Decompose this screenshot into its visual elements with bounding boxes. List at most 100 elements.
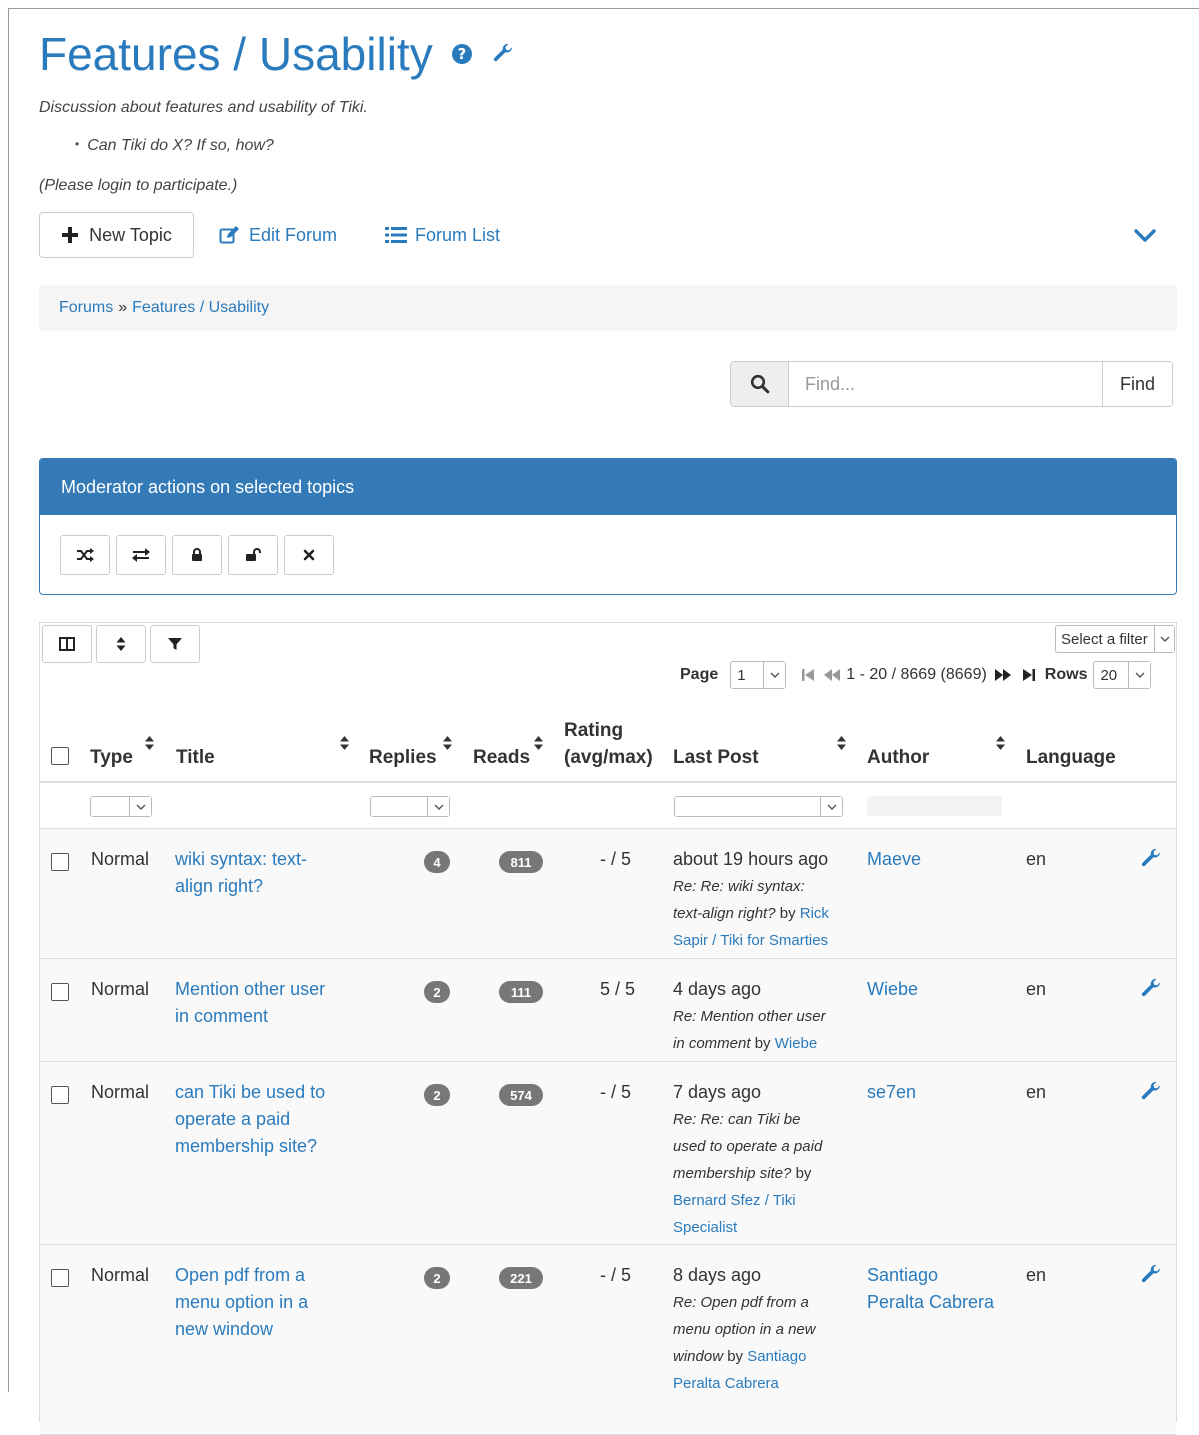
find-button[interactable]: Find: [1102, 362, 1172, 406]
filter-select[interactable]: Select a filter: [1055, 625, 1175, 653]
type-filter-select[interactable]: [90, 796, 152, 817]
topic-title-link[interactable]: wiki syntax: text-align right?: [175, 846, 345, 900]
unlock-topics-button[interactable]: [228, 535, 278, 575]
sort-icon[interactable]: [996, 736, 1005, 750]
last-post-time: about 19 hours ago: [673, 849, 829, 869]
last-post-time: 8 days ago: [673, 1265, 762, 1285]
column-header-reads[interactable]: Reads: [473, 747, 530, 769]
previous-page-icon[interactable]: [824, 668, 841, 682]
delete-topics-button[interactable]: [284, 535, 334, 575]
topic-title-line: Mention other user: [175, 979, 326, 999]
replies-filter-select[interactable]: [370, 796, 450, 817]
lock-icon: [192, 548, 202, 561]
column-header-title[interactable]: Title: [176, 747, 215, 769]
moderator-panel-title: Moderator actions on selected topics: [40, 459, 1176, 515]
last-post-by: by: [754, 1035, 771, 1052]
chevron-down-icon: [820, 797, 842, 816]
topic-type: Normal: [91, 1082, 150, 1102]
rows-label: Rows: [1044, 666, 1088, 683]
wrench-icon[interactable]: [1139, 1263, 1163, 1292]
topic-title-line: menu option in a: [175, 1292, 309, 1312]
sort-icon[interactable]: [534, 736, 543, 750]
move-topics-button[interactable]: [116, 535, 166, 575]
topic-author-link[interactable]: Santiago Peralta Cabrera: [867, 1262, 1017, 1316]
topic-checkbox[interactable]: [51, 853, 69, 871]
login-note: (Please login to participate.): [39, 177, 238, 194]
last-post-author-link[interactable]: Santiago: [747, 1348, 806, 1365]
last-post-author-link[interactable]: Peralta Cabrera: [673, 1375, 779, 1392]
column-header-language[interactable]: Language: [1026, 747, 1116, 769]
chevron-down-icon[interactable]: [1133, 223, 1157, 252]
topic-rating: - / 5: [600, 1082, 632, 1102]
topic-checkbox[interactable]: [51, 1269, 69, 1287]
column-header-author[interactable]: Author: [867, 747, 929, 769]
topic-title-link[interactable]: Open pdf from a menu option in a new windo…: [175, 1262, 345, 1343]
topic-title-link[interactable]: Mention other user in comment: [175, 976, 345, 1030]
topic-language: en: [1026, 979, 1047, 999]
wrench-icon[interactable]: [1139, 847, 1163, 876]
last-post-summary: Re: Open pdf from a menu option in a new w…: [673, 1289, 843, 1397]
topic-title-line: wiki syntax: text-: [175, 849, 308, 869]
last-post-author-link[interactable]: Rick: [800, 905, 829, 922]
merge-topics-button[interactable]: [60, 535, 110, 575]
topic-title-link[interactable]: can Tiki be used to operate a paid members…: [175, 1079, 345, 1160]
edit-forum-button[interactable]: Edit Forum: [219, 212, 337, 258]
next-page-icon[interactable]: [994, 668, 1011, 682]
column-header-rating-sub[interactable]: (avg/max): [564, 747, 653, 769]
search-input[interactable]: [789, 362, 1102, 406]
last-post: 4 days ago Re: Mention other user in comme…: [673, 976, 843, 1057]
page-select-value: 1: [737, 666, 746, 684]
filter-toggle-button[interactable]: [150, 625, 200, 663]
wrench-icon[interactable]: [491, 42, 515, 66]
new-topic-button[interactable]: New Topic: [39, 212, 194, 258]
column-header-type[interactable]: Type: [90, 747, 133, 769]
author-filter-input[interactable]: [867, 796, 1002, 816]
wrench-icon[interactable]: [1139, 1080, 1163, 1109]
last-post-time: 4 days ago: [673, 979, 762, 999]
topic-language: en: [1026, 849, 1047, 869]
select-all-checkbox[interactable]: [51, 747, 69, 765]
column-header-replies[interactable]: Replies: [369, 747, 437, 769]
last-post-filter-select[interactable]: [674, 796, 843, 817]
breadcrumb-current-link[interactable]: Features / Usability: [132, 299, 269, 317]
lock-topics-button[interactable]: [172, 535, 222, 575]
new-topic-label: New Topic: [89, 224, 172, 245]
sort-icon[interactable]: [837, 736, 846, 750]
replies-badge: 2: [424, 1084, 450, 1106]
topic-author-link[interactable]: Maeve: [867, 846, 1017, 873]
topic-author-link[interactable]: Wiebe: [867, 976, 1017, 1003]
last-post-by: by: [779, 905, 796, 922]
sort-icon[interactable]: [443, 736, 452, 750]
last-post-author-link[interactable]: Specialist: [673, 1219, 737, 1236]
help-icon[interactable]: ?: [451, 43, 473, 65]
last-post-author-link[interactable]: Sapir / Tiki for Smarties: [673, 932, 828, 949]
last-page-icon[interactable]: [1022, 668, 1035, 682]
wrench-icon[interactable]: [1139, 977, 1163, 1006]
topic-checkbox[interactable]: [51, 1086, 69, 1104]
column-header-last-post[interactable]: Last Post: [673, 747, 759, 769]
table-row: Normal wiki syntax: text-align right? 4 811…: [40, 829, 1176, 959]
topic-title-line: Open pdf from a: [175, 1265, 306, 1285]
column-header-rating[interactable]: Rating: [564, 720, 623, 742]
sort-icon[interactable]: [340, 736, 349, 750]
sort-reset-button[interactable]: [96, 625, 146, 663]
topics-table: Select a filter Page 1 1 - 20 / 8669 (86…: [39, 622, 1177, 1435]
plus-icon: [62, 227, 79, 243]
chevron-down-icon: [1128, 662, 1151, 688]
topic-author-line: Peralta Cabrera: [867, 1292, 995, 1312]
last-post-author-link[interactable]: Bernard Sfez / Tiki: [673, 1192, 796, 1209]
column-toggle-button[interactable]: [42, 625, 92, 663]
sort-icon[interactable]: [145, 736, 154, 750]
rows-select[interactable]: 20: [1093, 661, 1152, 689]
topic-author-link[interactable]: se7en: [867, 1079, 1017, 1106]
topic-title-line: operate a paid: [175, 1109, 291, 1129]
table-row: Normal Open pdf from a menu option in a new…: [40, 1245, 1176, 1435]
first-page-icon[interactable]: [802, 668, 815, 682]
forum-list-button[interactable]: Forum List: [385, 212, 500, 258]
last-post-author-link[interactable]: Wiebe: [775, 1035, 818, 1052]
breadcrumb-forums-link[interactable]: Forums: [59, 299, 113, 317]
page-frame: Features / Usability ? Discussion about …: [8, 8, 1199, 1435]
topic-checkbox[interactable]: [51, 983, 69, 1001]
last-post-line: used to operate a paid: [673, 1138, 823, 1155]
page-select[interactable]: 1: [730, 661, 787, 689]
